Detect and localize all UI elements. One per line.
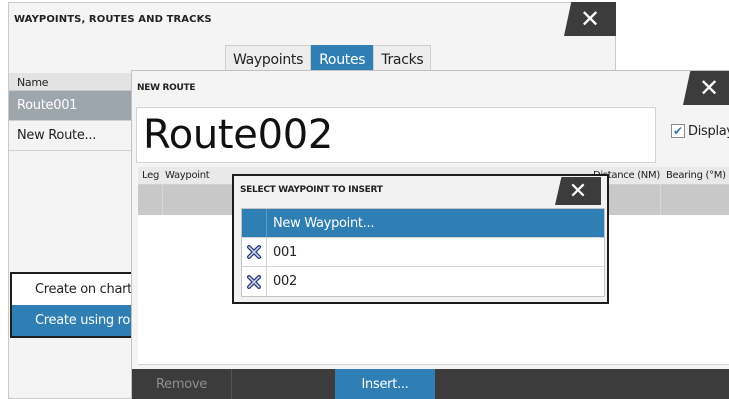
- window-title: WAYPOINTS, ROUTES AND TRACKS: [14, 14, 212, 25]
- close-icon: ✕: [579, 5, 601, 33]
- tab-waypoints[interactable]: Waypoints: [225, 45, 312, 73]
- check-icon: ✔: [672, 124, 684, 138]
- display-checkbox[interactable]: ✔: [671, 124, 685, 138]
- tab-bar: Waypoints Routes Tracks: [225, 45, 432, 73]
- icon-cell: [242, 209, 267, 237]
- bottom-button-bar: Remove Insert...: [132, 369, 729, 399]
- close-button[interactable]: ✕: [564, 2, 616, 36]
- window-title: NEW ROUTE: [137, 83, 196, 93]
- remove-button[interactable]: Remove: [132, 369, 232, 399]
- route-name-field[interactable]: Route002: [136, 107, 656, 163]
- column-header-waypoint[interactable]: Waypoint: [165, 170, 210, 181]
- context-menu: Create on chart Create using rou: [10, 272, 135, 338]
- route-name-value: Route002: [143, 112, 334, 158]
- list-item-route001[interactable]: Route001: [9, 91, 131, 121]
- waypoint-cross-icon: [247, 274, 261, 289]
- waypoint-list: New Waypoint... 001 002: [241, 208, 605, 297]
- insert-button[interactable]: Insert...: [335, 369, 435, 399]
- column-header-bearing[interactable]: Bearing (°M): [666, 170, 726, 181]
- route-list: Route001 New Route...: [9, 91, 131, 151]
- menu-item-create-on-chart[interactable]: Create on chart: [12, 274, 135, 305]
- list-item-new-route[interactable]: New Route...: [9, 121, 131, 151]
- column-header-leg[interactable]: Leg: [142, 170, 159, 181]
- list-item-waypoint-001[interactable]: 001: [242, 238, 604, 267]
- select-waypoint-dialog: SELECT WAYPOINT TO INSERT ✕ New Waypoint…: [232, 174, 609, 304]
- close-icon: ✕: [698, 74, 720, 102]
- list-item-label: 002: [273, 274, 297, 289]
- tab-tracks[interactable]: Tracks: [373, 45, 432, 73]
- list-item-waypoint-002[interactable]: 002: [242, 267, 604, 296]
- close-button[interactable]: ✕: [555, 177, 601, 205]
- list-item-new-waypoint[interactable]: New Waypoint...: [242, 209, 604, 238]
- icon-cell: [242, 267, 267, 296]
- icon-cell: [242, 238, 267, 266]
- waypoint-cross-icon: [247, 245, 261, 259]
- column-header-name[interactable]: Name: [9, 73, 131, 91]
- dialog-title: SELECT WAYPOINT TO INSERT: [240, 185, 383, 195]
- display-label: Display: [688, 124, 729, 139]
- list-item-label: New Waypoint...: [273, 215, 375, 231]
- list-item-label: 001: [273, 244, 297, 260]
- close-button[interactable]: ✕: [683, 71, 729, 105]
- close-icon: ✕: [568, 178, 588, 203]
- menu-item-create-using-routes[interactable]: Create using rou: [12, 305, 135, 336]
- tab-routes[interactable]: Routes: [311, 45, 374, 73]
